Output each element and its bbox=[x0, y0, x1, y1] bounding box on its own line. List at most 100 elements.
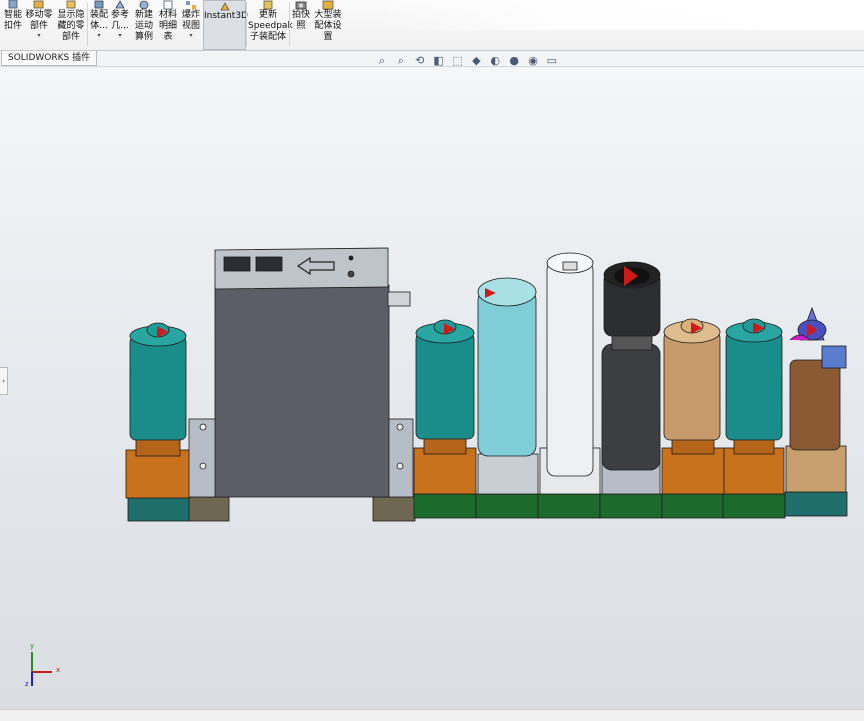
large-assembly-icon bbox=[313, 0, 343, 10]
move-component-button[interactable]: 移动零 部件 ▾ bbox=[25, 0, 53, 50]
graphics-area[interactable]: y x z bbox=[0, 67, 864, 709]
mfc-side-port bbox=[387, 291, 411, 307]
regulator-body bbox=[601, 343, 661, 471]
exploded-view-button[interactable]: 爆炸 视图 ▾ bbox=[180, 0, 202, 50]
display-settings-icon[interactable]: ▭ bbox=[545, 54, 559, 68]
button-label: 置 bbox=[323, 32, 333, 42]
triad-y-label: y bbox=[30, 642, 35, 650]
button-label: 爆炸 bbox=[181, 10, 200, 20]
button-label: 运动 bbox=[134, 21, 153, 31]
button-label: 明细 bbox=[158, 21, 177, 31]
valve-body bbox=[723, 447, 785, 495]
button-label: Speedpak bbox=[248, 21, 293, 31]
reference-geometry-icon bbox=[110, 0, 130, 10]
button-label: 算例 bbox=[134, 32, 153, 42]
sensor-port bbox=[562, 261, 578, 271]
screw-hole bbox=[396, 462, 404, 470]
previous-view-icon[interactable]: ⟲ bbox=[413, 54, 427, 68]
view-orientation-icon[interactable]: ⬚ bbox=[451, 54, 465, 68]
scene-icon[interactable]: ◉ bbox=[526, 54, 540, 68]
button-label: 部件 bbox=[29, 21, 48, 31]
heads-up-view-toolbar: ⌕ ⌕ ⟲ ◧ ⬚ ◆ ◐ ● ◉ ▭ bbox=[375, 54, 561, 68]
show-hidden-components-icon bbox=[56, 0, 86, 10]
button-label: 智能 bbox=[3, 10, 22, 20]
chevron-down-icon[interactable]: ▾ bbox=[180, 32, 202, 40]
section-view-icon[interactable]: ◧ bbox=[432, 54, 446, 68]
button-label: 表 bbox=[163, 32, 173, 42]
base-block bbox=[599, 493, 663, 519]
panel-expand-handle[interactable]: › bbox=[0, 367, 8, 395]
solenoid-coil bbox=[725, 331, 783, 441]
assembly-features-button[interactable]: 装配 体... ▾ bbox=[89, 0, 109, 50]
display-style-icon[interactable]: ◆ bbox=[469, 54, 483, 68]
button-label: 藏的零 bbox=[57, 21, 85, 31]
solenoid-coil bbox=[415, 332, 475, 440]
smart-fasteners-button[interactable]: 智能 扣件 bbox=[2, 0, 24, 50]
instant3d-button[interactable]: Instant3D bbox=[203, 0, 248, 50]
valve-body bbox=[785, 445, 847, 493]
show-hidden-components-button[interactable]: 显示隐 藏的零 部件 bbox=[56, 0, 86, 50]
chevron-down-icon[interactable]: ▾ bbox=[25, 32, 53, 40]
reference-geometry-button[interactable]: 参考 几... ▾ bbox=[110, 0, 130, 50]
sensor-cylinder bbox=[477, 289, 537, 457]
status-bar bbox=[0, 709, 864, 721]
button-label: 更新 bbox=[258, 10, 277, 20]
tab-solidworks-addins[interactable]: SOLIDWORKS 插件 bbox=[1, 51, 98, 66]
button-label: 大型装 bbox=[314, 10, 342, 20]
button-label: 拍快 bbox=[291, 10, 310, 20]
mfc-connector bbox=[223, 256, 251, 272]
zoom-area-icon[interactable]: ⌕ bbox=[394, 54, 408, 68]
button-label: 材料 bbox=[158, 10, 177, 20]
button-label: 扣件 bbox=[3, 21, 22, 31]
take-snapshot-button[interactable]: 拍快 照 bbox=[291, 0, 311, 50]
button-label: 几... bbox=[111, 21, 129, 31]
base-block bbox=[188, 496, 230, 522]
button-label: 显示隐 bbox=[57, 10, 85, 20]
base-block bbox=[722, 493, 786, 519]
chevron-down-icon[interactable]: ▾ bbox=[110, 32, 130, 40]
button-label: 参考 bbox=[110, 10, 129, 20]
button-label: 视图 bbox=[181, 21, 200, 31]
screw-hole bbox=[199, 423, 207, 431]
exploded-view-icon bbox=[180, 0, 202, 10]
command-manager-ribbon: 智能 扣件 移动零 部件 ▾ 显示隐 藏的零 部件 装配 体... ▾ 参考 几… bbox=[0, 0, 864, 51]
base-block bbox=[784, 491, 848, 517]
move-component-icon bbox=[25, 0, 53, 10]
triad-z-label: z bbox=[25, 680, 29, 688]
button-label: 配体设 bbox=[314, 21, 342, 31]
zoom-fit-icon[interactable]: ⌕ bbox=[375, 54, 389, 68]
ribbon-fade bbox=[370, 0, 864, 30]
screw-hole bbox=[396, 423, 404, 431]
motion-study-icon bbox=[132, 0, 156, 10]
base-block bbox=[127, 496, 191, 522]
bill-of-materials-icon bbox=[157, 0, 179, 10]
solenoid-coil bbox=[129, 335, 187, 441]
mfc-body bbox=[214, 284, 390, 498]
indicator-led bbox=[348, 255, 354, 261]
appearance-icon[interactable]: ● bbox=[507, 54, 521, 68]
base-block bbox=[661, 493, 725, 519]
instant3d-icon bbox=[204, 1, 245, 11]
base-block bbox=[413, 493, 477, 519]
valve-nut bbox=[135, 437, 181, 457]
button-label: 移动零 bbox=[25, 10, 53, 20]
large-assembly-settings-button[interactable]: 大型装 配体设 置 bbox=[313, 0, 343, 50]
ribbon-separator bbox=[246, 2, 247, 46]
base-block bbox=[475, 493, 539, 519]
white-sensor-body bbox=[546, 261, 594, 477]
bill-of-materials-button[interactable]: 材料 明细 表 bbox=[157, 0, 179, 50]
button-label: 体... bbox=[90, 21, 108, 31]
ribbon-separator bbox=[289, 2, 290, 46]
brown-valve-body bbox=[789, 359, 841, 451]
valve-body bbox=[661, 447, 725, 495]
valve-body bbox=[125, 449, 191, 499]
sensor-mount bbox=[477, 453, 539, 495]
button-label: 装配 bbox=[89, 10, 108, 20]
hide-show-icon[interactable]: ◐ bbox=[488, 54, 502, 68]
base-block bbox=[537, 493, 601, 519]
update-speedpak-button[interactable]: 更新 Speedpak 子装配体 bbox=[248, 0, 293, 50]
mfc-connector bbox=[255, 256, 283, 272]
new-motion-study-button[interactable]: 新建 运动 算例 bbox=[132, 0, 156, 50]
chevron-down-icon[interactable]: ▾ bbox=[89, 32, 109, 40]
assembly-model bbox=[31, 247, 848, 686]
